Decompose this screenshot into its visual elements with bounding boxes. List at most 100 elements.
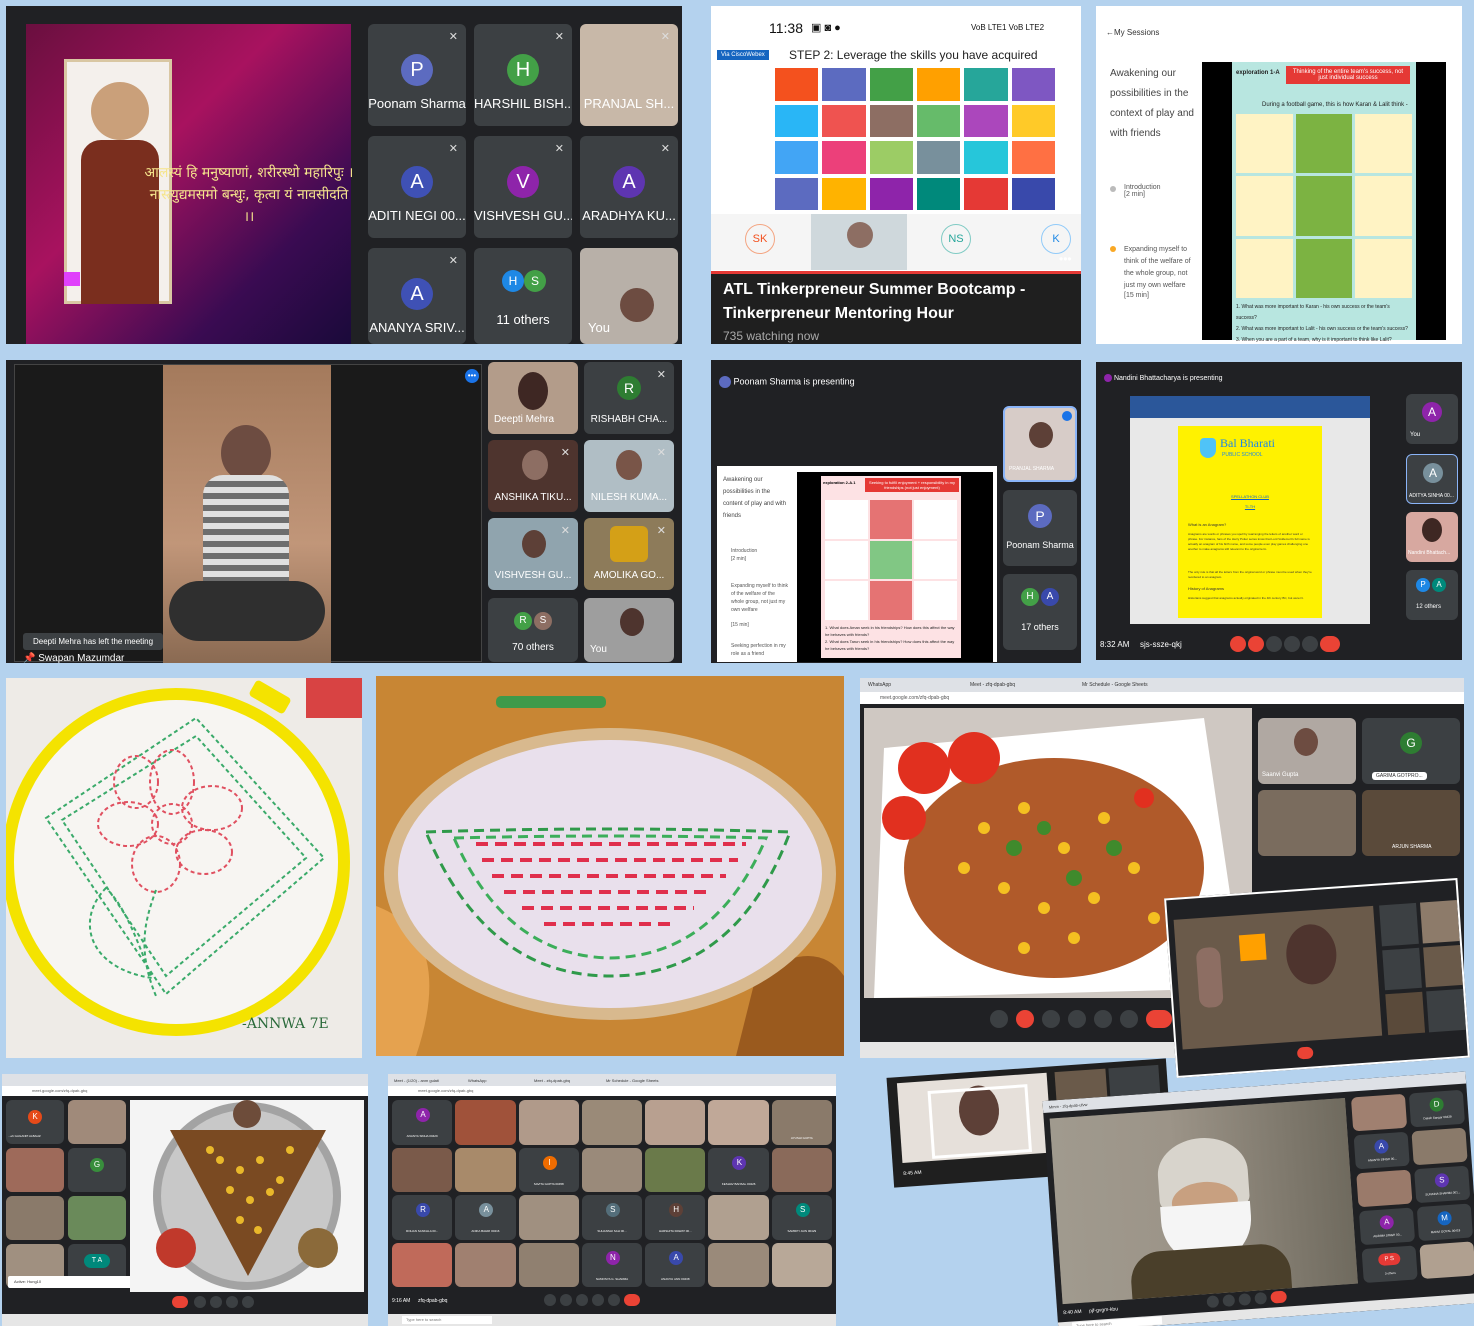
- session-item[interactable]: Expanding myself to think of the welfare…: [731, 582, 789, 614]
- participant-tile[interactable]: I SAVITA GUPTA 00458: [518, 1147, 579, 1192]
- camera-button[interactable]: [210, 1296, 222, 1308]
- participant-tile[interactable]: ✕ PRANJAL SH...: [580, 24, 678, 126]
- participant-tile[interactable]: [708, 1242, 769, 1287]
- session-item[interactable]: Seeking perfection in my role as a frien…: [731, 642, 789, 658]
- participant-tile[interactable]: [6, 1148, 64, 1192]
- participant-tile[interactable]: A AGRIMA SINGH 00...: [1358, 1207, 1416, 1246]
- camera-button[interactable]: [1222, 1294, 1236, 1307]
- participant-tile[interactable]: K ...eh GAGANPI ALBAHZ: [6, 1100, 64, 1144]
- self-tile[interactable]: A You: [1406, 394, 1458, 444]
- participant-tile[interactable]: N NAMOSYA G. SHARMA: [581, 1242, 643, 1287]
- session-item[interactable]: Introduction [2 min]: [1110, 184, 1198, 198]
- participant-tile[interactable]: [68, 1196, 126, 1240]
- participant-tile[interactable]: ARJUN SHARMA: [1362, 790, 1460, 856]
- present-button[interactable]: [592, 1294, 604, 1306]
- browser-tab[interactable]: Mr Schedule - Google Sheets: [1082, 682, 1148, 688]
- mic-button[interactable]: [1206, 1295, 1220, 1309]
- self-tile[interactable]: You: [584, 598, 674, 662]
- more-options-button[interactable]: [1254, 1291, 1268, 1305]
- participant-tile[interactable]: Nandini Bhattach...: [1406, 512, 1458, 562]
- participant-tile[interactable]: [1411, 1127, 1468, 1166]
- browser-tab[interactable]: Meet - zfq-dpab-gbq: [970, 682, 1015, 688]
- self-tile[interactable]: You: [580, 248, 678, 344]
- address-bar[interactable]: meet.google.com/zfq-dpab-gbq: [2, 1086, 368, 1096]
- present-button[interactable]: [226, 1296, 238, 1308]
- browser-tab[interactable]: Mr Schedule - Google Sheets: [606, 1078, 658, 1083]
- participant-tile[interactable]: S SUHANSHI SAH 00...: [581, 1195, 643, 1240]
- self-tile[interactable]: PRANJAL SHARMA: [1003, 406, 1077, 482]
- mic-button[interactable]: [1230, 636, 1246, 652]
- participant-tile[interactable]: ✕ NILESH KUMA...: [584, 440, 674, 512]
- participant-tile[interactable]: A ANANYA SINGH 00...: [1353, 1131, 1410, 1170]
- progress-bar[interactable]: [711, 271, 1081, 274]
- participant-tile[interactable]: H HARSHITA RAWAT 00...: [645, 1195, 706, 1240]
- participant-tile[interactable]: ✕ P Poonam Sharma: [368, 24, 466, 126]
- participant-tile[interactable]: [455, 1100, 516, 1145]
- mic-button[interactable]: [194, 1296, 206, 1308]
- participant-tile[interactable]: AYUSHI GUPTA: [771, 1100, 832, 1145]
- end-call-button[interactable]: [1270, 1290, 1288, 1304]
- participant-tile[interactable]: A ANANYA SINHA 00429: [392, 1100, 453, 1145]
- participant-tile[interactable]: ✕ R RISHABH CHA...: [584, 362, 674, 434]
- end-call-button[interactable]: [172, 1296, 188, 1308]
- participant-tile[interactable]: ✕ A ARADHYA KU...: [580, 136, 678, 238]
- more-icon[interactable]: •••: [1059, 252, 1079, 272]
- others-tile[interactable]: R S 70 others: [488, 598, 578, 662]
- end-call-button[interactable]: [1320, 636, 1340, 652]
- address-bar[interactable]: meet.google.com/zfq-dpab-gbq: [388, 1086, 836, 1096]
- others-tile[interactable]: H A 17 others: [1003, 574, 1077, 650]
- browser-tab[interactable]: WhatsApp: [868, 682, 891, 688]
- session-item[interactable]: Introduction: [731, 548, 791, 554]
- participant-tile[interactable]: A ANIKA BAHRI 00416: [455, 1195, 516, 1240]
- participant-tile[interactable]: [68, 1100, 126, 1144]
- others-tile[interactable]: P A 12 others: [1406, 570, 1458, 620]
- others-tile[interactable]: P S 3 others: [1361, 1245, 1418, 1284]
- participant-tile[interactable]: [518, 1195, 579, 1240]
- end-call-button[interactable]: [1296, 1046, 1314, 1060]
- camera-button[interactable]: [1016, 1010, 1034, 1028]
- participant-tile[interactable]: Saanvi Gupta: [1258, 718, 1356, 784]
- participant-tile[interactable]: [1356, 1169, 1413, 1208]
- browser-tab[interactable]: WhatsApp: [468, 1078, 486, 1083]
- participant-tile[interactable]: ✕ A ANANYA SRIV...: [368, 248, 466, 344]
- participant-tile[interactable]: Deepti Mehra: [488, 362, 578, 434]
- captions-button[interactable]: [1042, 1010, 1060, 1028]
- taskbar-search[interactable]: Type here to search: [402, 1316, 492, 1324]
- raise-hand-button[interactable]: [1284, 636, 1300, 652]
- participant-tile[interactable]: [392, 1242, 453, 1287]
- session-item[interactable]: Expanding myself to think of the welfare…: [1110, 244, 1198, 299]
- captions-button[interactable]: [576, 1294, 588, 1306]
- participant-tile[interactable]: [455, 1147, 516, 1192]
- participant-tile[interactable]: ✕ AMOLIKA GO...: [584, 518, 674, 590]
- end-call-button[interactable]: [1146, 1010, 1172, 1028]
- participant-tile[interactable]: [708, 1195, 769, 1240]
- participant-tile[interactable]: [581, 1100, 643, 1145]
- participant-tile[interactable]: [645, 1147, 706, 1192]
- participant-tile[interactable]: [1258, 790, 1356, 856]
- participant-tile[interactable]: K KESHAV BANSAL 00426: [708, 1147, 769, 1192]
- participant-tile[interactable]: G GARIMA GOTPRO...: [1362, 718, 1460, 784]
- participant-tile[interactable]: [1419, 1241, 1474, 1280]
- present-button[interactable]: [1094, 1010, 1112, 1028]
- browser-tab[interactable]: Meet - (1/20) - anm gulati: [394, 1078, 439, 1083]
- more-options-button[interactable]: [608, 1294, 620, 1306]
- camera-button[interactable]: [560, 1294, 572, 1306]
- browser-tab[interactable]: Meet - zfq-dpab-gbq: [534, 1078, 570, 1083]
- options-icon[interactable]: [1062, 411, 1072, 421]
- options-icon[interactable]: •••: [465, 369, 479, 383]
- taskbar-search[interactable]: Type here to search: [1071, 1316, 1163, 1326]
- participant-tile[interactable]: ✕ A ADITI NEGI 00...: [368, 136, 466, 238]
- present-button[interactable]: [1302, 636, 1318, 652]
- participant-tile[interactable]: M MANVI GOYAL 00419: [1416, 1203, 1473, 1242]
- captions-button[interactable]: [1266, 636, 1282, 652]
- participant-tile[interactable]: [455, 1242, 516, 1287]
- participant-tile[interactable]: [581, 1147, 643, 1192]
- participant-tile[interactable]: [771, 1147, 832, 1192]
- participant-tile[interactable]: [771, 1242, 832, 1287]
- others-tile[interactable]: H S 11 others: [474, 248, 572, 344]
- address-bar[interactable]: meet.google.com/zfq-dpab-gbq: [860, 692, 1464, 704]
- back-link[interactable]: ←My Sessions: [1106, 28, 1159, 37]
- participant-tile[interactable]: ✕ VISHVESH GU...: [488, 518, 578, 590]
- end-call-button[interactable]: [624, 1294, 640, 1306]
- more-options-button[interactable]: [1120, 1010, 1138, 1028]
